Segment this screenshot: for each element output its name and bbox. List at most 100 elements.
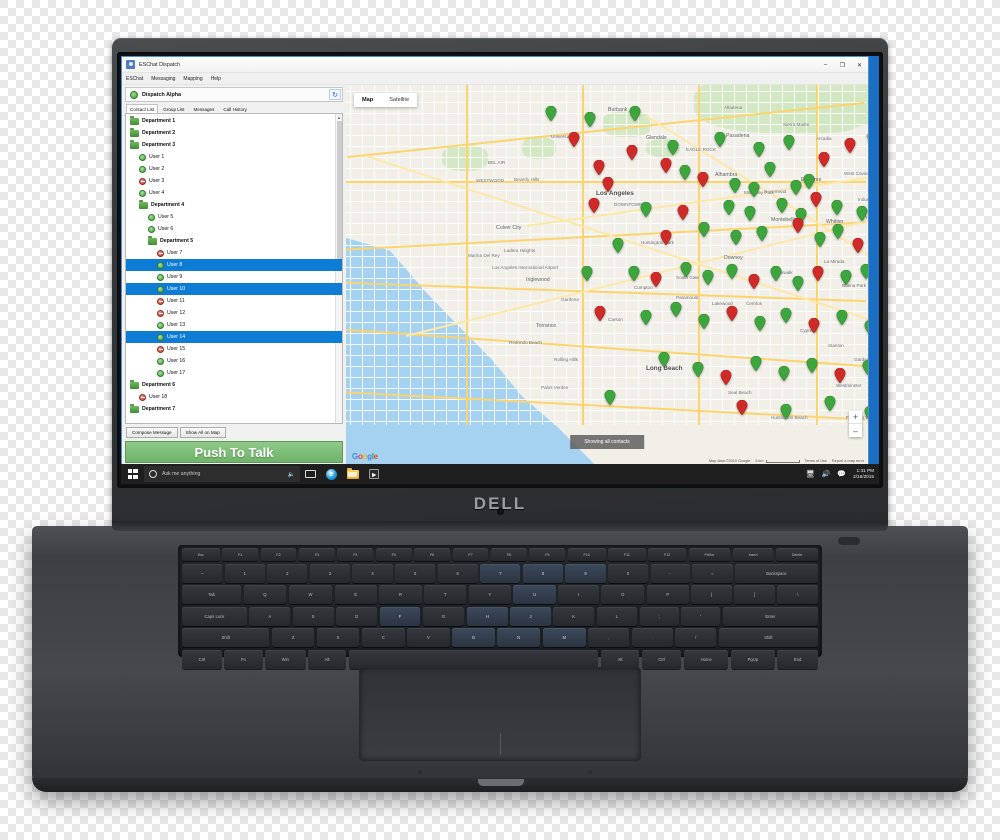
map-pin-available[interactable] [584,112,596,127]
key-f10[interactable]: F10 [567,548,606,561]
map-pin-available[interactable] [750,356,762,371]
internet-explorer-button[interactable] [321,464,342,484]
microphone-icon[interactable]: 🔈 [288,471,295,478]
key-f5[interactable]: F5 [375,548,412,561]
key-f8[interactable]: F8 [490,548,527,561]
key-win[interactable]: Win [265,649,306,669]
map-pin-available[interactable] [658,352,670,367]
key-tab[interactable]: Tab [182,585,242,604]
key-0[interactable]: 0 [608,563,649,583]
key-end[interactable]: End [777,649,818,669]
key-f[interactable]: F [379,606,421,626]
tree-user-row[interactable]: User 9 [126,271,342,283]
tree-user-row[interactable]: User 14 [126,331,342,343]
tab-contact-list[interactable]: Contact List [126,104,159,113]
key-capslock[interactable]: Caps Lock [182,606,247,626]
tree-user-row[interactable]: User 7 [126,247,342,259]
key-a[interactable]: A [249,606,291,626]
key-u[interactable]: U [513,585,556,604]
map-pin-busy[interactable] [844,138,856,153]
map-pin-available[interactable] [860,264,868,279]
key-prtscr[interactable]: PrtScr [688,548,731,561]
map-pin-available[interactable] [581,266,593,281]
key-delete[interactable]: Delete [775,548,819,561]
map-report-link[interactable]: Report a map error [832,459,864,463]
map-pin-available[interactable] [680,262,692,277]
map-pin-available[interactable] [744,206,756,221]
maximize-button[interactable]: ❐ [834,57,851,73]
key-space[interactable]: = [692,563,733,583]
map-pin-busy[interactable] [650,272,662,287]
key-g[interactable]: G [422,606,465,626]
key-f12[interactable]: F12 [648,548,687,561]
map-pin-available[interactable] [729,178,741,193]
key-6[interactable]: 6 [437,563,478,583]
key-8[interactable]: 8 [522,563,563,583]
map-pin-available[interactable] [780,404,792,419]
map-pin-available[interactable] [806,358,818,373]
map-pin-available[interactable] [714,132,726,147]
map-pin-available[interactable] [692,362,704,377]
key-space[interactable] [348,649,599,669]
tree-user-row[interactable]: User 11 [126,295,342,307]
tree-user-row[interactable]: User 16 [126,355,342,367]
key-9[interactable]: 9 [565,563,606,583]
tree-user-row[interactable]: User 17 [126,367,342,379]
key-5[interactable]: 5 [395,563,436,583]
map-pin-available[interactable] [864,320,868,335]
action-center-icon[interactable]: 💬 [837,470,846,478]
file-explorer-button[interactable] [342,464,363,484]
menu-item-eschat[interactable]: ESChat [126,76,143,82]
key-f7[interactable]: F7 [452,548,489,561]
map-pin-available[interactable] [698,222,710,237]
key-z[interactable]: Z [271,628,315,647]
map-pin-busy[interactable] [852,238,864,253]
key-t[interactable]: T [424,585,467,604]
contact-tree[interactable]: ▲ Department 1 Department 2 Department 3 Us… [125,113,343,424]
map-pin-available[interactable] [754,316,766,331]
show-all-on-map-button[interactable]: Show All on Map [179,427,226,438]
map-pin-available[interactable] [867,132,868,147]
key-f9[interactable]: F9 [529,548,566,561]
key-space[interactable]: ~ [182,563,223,583]
tab-call-history[interactable]: Call History [219,104,250,113]
tree-folder-row[interactable]: Department 4 [126,199,342,211]
tree-user-row[interactable]: User 2 [126,163,342,175]
key-home[interactable]: Home [683,649,729,669]
map-tab-map[interactable]: Map [354,93,381,107]
map-pin-available[interactable] [803,174,815,189]
map-pin-available[interactable] [836,310,848,325]
key-enter[interactable]: Enter [722,606,818,626]
key-f11[interactable]: F11 [608,548,646,561]
tree-folder-row[interactable]: Department 2 [126,127,342,139]
map-pin-available[interactable] [679,165,691,180]
map-tab-satellite[interactable]: Satellite [381,93,417,107]
close-button[interactable]: ✕ [851,57,868,73]
map-pin-available[interactable] [702,270,714,285]
key-x[interactable]: X [316,628,360,647]
taskbar-clock[interactable]: 1:31 PM 2/16/2015 [853,468,874,480]
map-pin-available[interactable] [730,230,742,245]
map-pin-available[interactable] [840,270,852,285]
key-shift[interactable]: Shift [182,628,270,647]
key-e[interactable]: E [334,585,377,604]
store-button[interactable] [363,464,384,484]
key-space[interactable]: ] [734,585,775,604]
map-pin-available[interactable] [814,232,826,247]
map-pin-available[interactable] [640,202,652,217]
map-pin-busy[interactable] [677,205,689,220]
map-pane[interactable]: Burbank Glendale Pasadena Altadena Sierra Ma… [346,85,868,465]
laptop-trackpad[interactable] [360,668,640,760]
key-insert[interactable]: Insert [732,548,774,561]
map-pin-busy[interactable] [720,370,732,385]
map-pin-available[interactable] [756,226,768,241]
map-pin-busy[interactable] [626,145,638,160]
key-space[interactable]: [ [691,585,732,604]
tree-user-row[interactable]: User 8 [126,259,342,271]
tree-user-row[interactable]: User 15 [126,343,342,355]
map-pin-available[interactable] [723,200,735,215]
map-pin-busy[interactable] [792,218,804,233]
map-pin-busy[interactable] [726,306,738,321]
map-pin-available[interactable] [748,182,760,197]
map-pin-busy[interactable] [812,266,824,281]
